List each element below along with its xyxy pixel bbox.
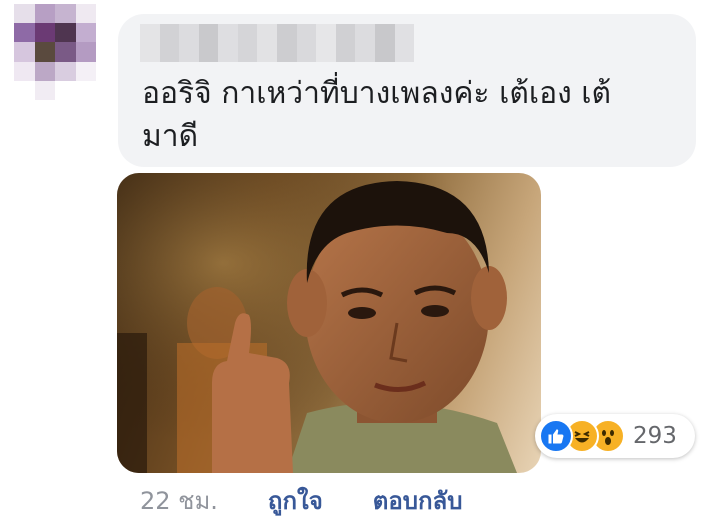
avatar[interactable] [14, 4, 96, 100]
comment-footer: 22 ชม. ถูกใจ ตอบกลับ [140, 482, 462, 518]
reaction-count: 293 [633, 423, 677, 449]
comment-text: ออริจิ กาเหว่าที่บางเพลงค่ะ เต้เอง เต้ ม… [142, 72, 672, 158]
comment-container: ออริจิ กาเหว่าที่บางเพลงค่ะ เต้เอง เต้ ม… [0, 0, 720, 530]
comment-bubble: ออริจิ กาเหว่าที่บางเพลงค่ะ เต้เอง เต้ ม… [118, 14, 696, 167]
like-icon [539, 419, 573, 453]
reply-link[interactable]: ตอบกลับ [373, 481, 463, 520]
attached-photo[interactable] [117, 173, 541, 473]
comment-text-line-1: ออริจิ กาเหว่าที่บางเพลงค่ะ เต้เอง เต้ [142, 76, 612, 111]
like-link[interactable]: ถูกใจ [268, 481, 323, 520]
comment-timestamp[interactable]: 22 ชม. [140, 481, 218, 520]
comment-text-line-2: มาดี [142, 119, 199, 154]
photo-illustration [117, 173, 541, 473]
reaction-summary[interactable]: 293 [535, 414, 695, 458]
commenter-name-blurred[interactable] [140, 24, 415, 62]
